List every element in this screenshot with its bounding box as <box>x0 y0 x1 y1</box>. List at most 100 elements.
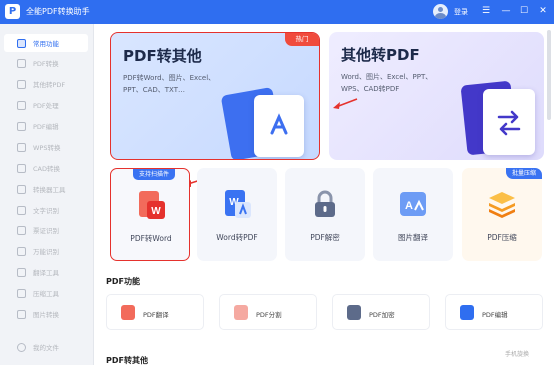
app-title: 全能PDF转换助手 <box>26 7 90 16</box>
pdf-decrypt-button[interactable]: PDF解密 <box>285 168 365 261</box>
function-label: PDF加密 <box>369 311 395 319</box>
scan-support-badge: 支持扫描件 <box>133 169 176 180</box>
section-title-pdf-functions: PDF功能 <box>106 277 140 286</box>
sidebar-item-pdf-convert[interactable]: PDF转换 <box>4 54 88 72</box>
card-description: PDF转Word、图片、Excel、 <box>123 74 216 82</box>
compress-icon <box>17 289 26 298</box>
card-description: WPS、CAD转PDF <box>341 85 400 93</box>
svg-text:W: W <box>151 206 161 217</box>
sidebar-item-label: 其他转PDF <box>33 81 66 89</box>
user-avatar-icon[interactable] <box>433 4 448 19</box>
tool-label: 图片翻译 <box>398 233 428 242</box>
lock-icon <box>315 190 335 217</box>
batch-compress-badge: 批量压缩 <box>505 168 542 179</box>
sidebar-item-text-ocr[interactable]: 文字识别 <box>4 201 88 219</box>
document-icon <box>17 101 26 110</box>
svg-text:A: A <box>405 200 413 212</box>
sidebar-item-label: 票证识别 <box>33 227 59 235</box>
pdf-split-icon <box>234 305 248 320</box>
tool-label: PDF转Word <box>130 234 172 243</box>
document-icon <box>17 59 26 68</box>
sidebar: 常用功能 PDF转换 其他转PDF PDF处理 PDF编辑 WPS转换 CAD转… <box>0 24 94 365</box>
sidebar-item-label: WPS转换 <box>33 144 61 152</box>
sidebar-item-label: PDF转换 <box>33 60 59 68</box>
pdf-translate-icon <box>121 305 135 320</box>
sidebar-item-other-to-pdf[interactable]: 其他转PDF <box>4 75 88 93</box>
menu-icon[interactable]: ☰ <box>478 3 494 20</box>
annotation-arrow <box>333 98 358 109</box>
pdf-translate-button[interactable]: PDF翻译 <box>106 294 204 330</box>
text-icon <box>17 206 26 215</box>
lock-icon <box>347 305 361 320</box>
sidebar-item-converter-tools[interactable]: 转换器工具 <box>4 180 88 198</box>
close-icon[interactable]: ✕ <box>535 3 551 20</box>
sidebar-item-pdf-process[interactable]: PDF处理 <box>4 96 88 114</box>
pdf-document-icon <box>220 83 316 159</box>
sidebar-item-label: 翻译工具 <box>33 269 59 277</box>
ticket-icon <box>17 226 26 235</box>
image-translate-icon: A <box>400 192 426 216</box>
sidebar-item-compress[interactable]: 压缩工具 <box>4 284 88 302</box>
card-description: PPT、CAD、TXT… <box>123 86 186 94</box>
compress-icon <box>489 192 515 218</box>
image-icon <box>17 310 26 319</box>
sidebar-item-cad[interactable]: CAD转换 <box>4 159 88 177</box>
scrollbar[interactable] <box>547 30 551 120</box>
edit-icon <box>17 122 26 131</box>
folder-icon <box>17 343 26 352</box>
login-link[interactable]: 登录 <box>454 7 468 17</box>
maximize-icon[interactable]: ☐ <box>516 3 532 20</box>
sidebar-item-label: 压缩工具 <box>33 290 59 298</box>
image-translate-button[interactable]: A 图片翻译 <box>373 168 453 261</box>
tool-label: PDF压缩 <box>487 233 517 242</box>
sidebar-item-label: 图片转换 <box>33 311 59 319</box>
convert-document-icon <box>459 77 544 157</box>
document-icon <box>17 80 26 89</box>
cad-icon <box>17 164 26 173</box>
sidebar-item-my-files[interactable]: 我的文件 <box>4 338 88 356</box>
sidebar-item-image-convert[interactable]: 图片转换 <box>4 305 88 323</box>
pdf-to-word-icon: W <box>139 191 165 219</box>
tools-icon <box>17 185 26 194</box>
sidebar-item-label: 万能识别 <box>33 248 59 256</box>
sidebar-item-label: 文字识别 <box>33 207 59 215</box>
pdf-edit-button[interactable]: PDF编辑 <box>445 294 543 330</box>
pdf-compress-button[interactable]: 批量压缩 PDF压缩 <box>462 168 542 261</box>
pdf-to-other-card[interactable]: PDF转其他 PDF转Word、图片、Excel、 PPT、CAD、TXT… 热… <box>110 32 320 160</box>
section-title-pdf-to-other: PDF转其他 <box>106 356 148 365</box>
sidebar-item-pdf-edit[interactable]: PDF编辑 <box>4 117 88 135</box>
function-label: PDF分割 <box>256 311 282 319</box>
sidebar-item-label: PDF编辑 <box>33 123 59 131</box>
sidebar-item-label: 常用功能 <box>33 40 59 48</box>
collapse-link[interactable]: 手机旋换 <box>505 349 529 358</box>
hot-badge: 热门 <box>285 33 319 46</box>
sidebar-item-label: PDF处理 <box>33 102 59 110</box>
word-to-pdf-button[interactable]: W Word转PDF <box>197 168 277 261</box>
sidebar-item-label: CAD转换 <box>33 165 60 173</box>
sidebar-item-label: 转换器工具 <box>33 186 66 194</box>
grid-icon <box>17 39 26 48</box>
pdf-split-button[interactable]: PDF分割 <box>219 294 317 330</box>
card-title: 其他转PDF <box>341 46 420 64</box>
pdf-encrypt-button[interactable]: PDF加密 <box>332 294 430 330</box>
function-label: PDF翻译 <box>143 311 169 319</box>
sidebar-item-translate[interactable]: 翻译工具 <box>4 263 88 281</box>
app-logo-icon: P <box>5 4 20 19</box>
word-to-pdf-icon: W <box>225 190 251 218</box>
sidebar-item-universal-ocr[interactable]: 万能识别 <box>4 242 88 260</box>
minimize-icon[interactable]: — <box>498 3 514 20</box>
card-title: PDF转其他 <box>123 47 202 65</box>
sidebar-item-common[interactable]: 常用功能 <box>4 34 88 52</box>
translate-icon <box>17 268 26 277</box>
pencil-icon <box>460 305 474 320</box>
wps-icon <box>17 143 26 152</box>
sidebar-item-wps[interactable]: WPS转换 <box>4 138 88 156</box>
scan-icon <box>17 247 26 256</box>
pdf-to-word-button[interactable]: 支持扫描件 W PDF转Word <box>110 168 190 261</box>
tool-label: PDF解密 <box>310 233 340 242</box>
sidebar-item-ticket-ocr[interactable]: 票证识别 <box>4 221 88 239</box>
title-bar: P 全能PDF转换助手 登录 ☰ — ☐ ✕ <box>0 0 554 24</box>
other-to-pdf-card[interactable]: 其他转PDF Word、图片、Excel、PPT、 WPS、CAD转PDF <box>329 32 544 160</box>
card-description: Word、图片、Excel、PPT、 <box>341 73 433 81</box>
function-label: PDF编辑 <box>482 311 508 319</box>
